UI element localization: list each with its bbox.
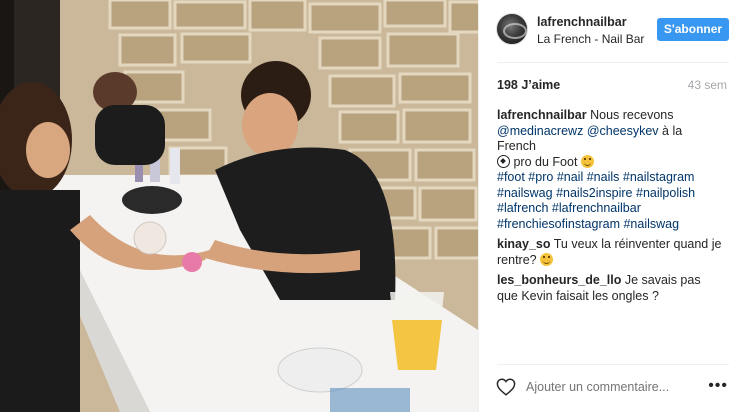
caption: lafrenchnailbar Nous recevons @medinacre… — [497, 108, 723, 232]
nail-salon-photo — [0, 0, 478, 412]
hashtag-link[interactable]: #nails2inspire — [556, 186, 632, 200]
post-header: lafrenchnailbar La French - Nail Bar S'a… — [479, 0, 744, 62]
mention-link[interactable]: @medinacrewz — [497, 124, 583, 138]
hashtag-link[interactable]: #nailswag — [497, 186, 553, 200]
comment-username[interactable]: kinay_so — [497, 237, 551, 251]
header-divider — [497, 62, 729, 63]
grinning-face-icon — [540, 252, 554, 266]
footer-divider — [497, 364, 729, 365]
author-full-name[interactable]: La French - Nail Bar — [537, 32, 649, 46]
comment-username[interactable]: les_bonheurs_de_llo — [497, 273, 621, 287]
hashtag-link[interactable]: #frenchiesofinstagram — [497, 217, 620, 231]
post-time[interactable]: 43 sem — [688, 78, 727, 92]
hashtag-link[interactable]: #nailpolish — [636, 186, 695, 200]
follow-button[interactable]: S'abonner — [657, 18, 729, 41]
more-options-icon[interactable]: ••• — [708, 377, 728, 395]
hashtag-link[interactable]: #nail — [557, 170, 583, 184]
hashtag-link[interactable]: #lafrenchnailbar — [552, 201, 641, 215]
comment-item: les_bonheurs_de_llo Je savais pas que Ke… — [497, 273, 723, 304]
hashtag-link[interactable]: #nailswag — [623, 217, 679, 231]
hashtag-link[interactable]: #lafrench — [497, 201, 548, 215]
caption-username[interactable]: lafrenchnailbar — [497, 108, 587, 122]
post-photo[interactable] — [0, 0, 478, 412]
soccer-ball-icon — [497, 154, 510, 168]
heart-icon[interactable] — [496, 378, 516, 396]
likes-count[interactable]: 198 J’aime — [497, 78, 560, 92]
comment-item: kinay_so Tu veux la réinventer quand je … — [497, 237, 723, 268]
add-comment-input[interactable] — [526, 380, 676, 394]
hashtag-link[interactable]: #pro — [528, 170, 553, 184]
caption-text: pro du Foot — [513, 154, 578, 169]
avatar[interactable] — [496, 13, 528, 45]
comments-list: lafrenchnailbar Nous recevons @medinacre… — [497, 108, 723, 309]
hashtag-link[interactable]: #nails — [587, 170, 620, 184]
post-actions: ••• — [479, 366, 744, 412]
author-username[interactable]: lafrenchnailbar — [537, 15, 627, 29]
grinning-face-icon — [580, 154, 594, 168]
caption-text: Nous recevons — [590, 108, 674, 122]
hashtag-link[interactable]: #nailstagram — [623, 170, 695, 184]
post-side-panel: lafrenchnailbar La French - Nail Bar S'a… — [478, 0, 744, 412]
hashtag-link[interactable]: #foot — [497, 170, 525, 184]
mention-link[interactable]: @cheesykev — [587, 124, 659, 138]
